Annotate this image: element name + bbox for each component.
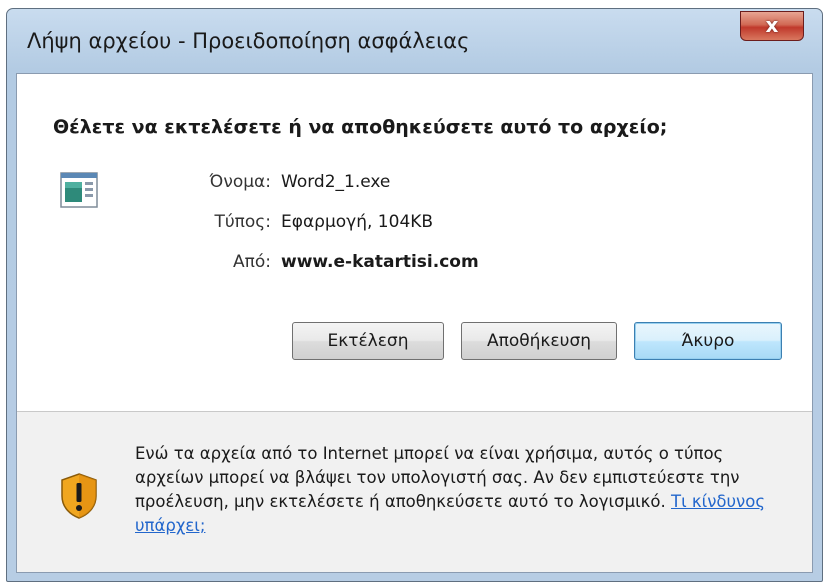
security-warning: Ενώ τα αρχεία από το Internet μπορεί να … [17, 412, 812, 572]
property-row-source: Από: www.e-katartisi.com [17, 252, 537, 282]
property-row-type: Τύπος: Εφαρμογή, 104KB [17, 212, 537, 242]
save-button[interactable]: Αποθήκευση [461, 322, 617, 360]
title-bar[interactable]: Λήψη αρχείου - Προειδοποίηση ασφάλειας x [7, 9, 822, 73]
dialog-content: Θέλετε να εκτελέσετε ή να αποθηκεύσετε α… [16, 73, 813, 573]
close-icon: x [765, 13, 779, 37]
dialog-window: Λήψη αρχείου - Προειδοποίηση ασφάλειας x… [6, 8, 823, 582]
close-button[interactable]: x [740, 11, 804, 41]
warning-text: Ενώ τα αρχεία από το Internet μπορεί να … [135, 444, 740, 511]
file-source-value: www.e-katartisi.com [281, 252, 479, 272]
cancel-button[interactable]: Άκυρο [634, 322, 782, 360]
property-row-name: Όνομα: Word2_1.exe [17, 172, 537, 202]
property-label: Από: [233, 252, 271, 272]
window-title: Λήψη αρχείου - Προειδοποίηση ασφάλειας [27, 29, 470, 53]
run-button[interactable]: Εκτέλεση [292, 322, 444, 360]
security-shield-icon [61, 473, 97, 519]
property-label: Όνομα: [209, 172, 271, 192]
file-type-value: Εφαρμογή, 104KB [281, 212, 434, 232]
dialog-question: Θέλετε να εκτελέσετε ή να αποθηκεύσετε α… [53, 116, 668, 138]
warning-message: Ενώ τα αρχεία από το Internet μπορεί να … [135, 442, 775, 538]
file-name-value: Word2_1.exe [281, 172, 391, 192]
property-label: Τύπος: [214, 212, 271, 232]
